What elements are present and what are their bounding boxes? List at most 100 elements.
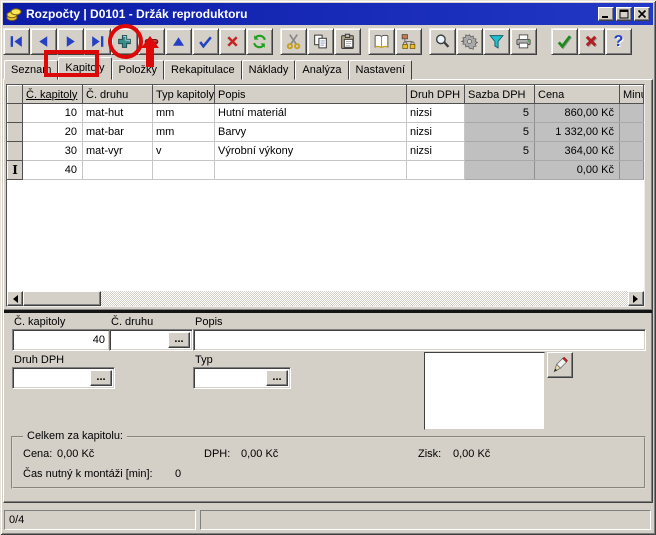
total-cena-label: Cena:	[23, 448, 52, 460]
tab-polozky[interactable]: Položky	[112, 60, 165, 80]
edit-indicator-icon: I	[12, 163, 18, 177]
last-record-button[interactable]	[84, 28, 111, 55]
maximize-button[interactable]	[616, 7, 632, 21]
help-button[interactable]: ?	[605, 28, 632, 55]
settings-button[interactable]	[456, 28, 483, 55]
total-dph-value: 0,00 Kč	[241, 448, 278, 460]
column-header-popis[interactable]: Popis	[215, 86, 407, 104]
typ-field[interactable]: ...	[193, 367, 291, 389]
refresh-button[interactable]	[246, 28, 273, 55]
copy-button[interactable]	[307, 28, 334, 55]
grid-header-row: Č. kapitoly Č. druhu Typ kapitoly Popis …	[8, 86, 644, 104]
table-row[interactable]: 20 mat-bar mm Barvy nizsi 5 1 332,00 Kč	[8, 123, 644, 142]
popis-label: Popis	[195, 316, 223, 329]
search-button[interactable]	[429, 28, 456, 55]
help-question-icon: ?	[614, 34, 624, 50]
note-edit-button[interactable]	[547, 352, 573, 378]
app-window: Rozpočty | D0101 - Držák reproduktoru	[0, 0, 656, 535]
typ-label: Typ	[195, 354, 213, 367]
paste-button[interactable]	[334, 28, 361, 55]
minimize-button[interactable]	[598, 7, 614, 21]
scroll-left-button[interactable]	[7, 291, 23, 306]
scrollbar-track[interactable]	[101, 291, 628, 306]
tab-rekapitulace[interactable]: Rekapitulace	[164, 60, 242, 80]
close-icon	[637, 9, 647, 19]
column-header-sazba-dph[interactable]: Sazba DPH	[465, 86, 535, 104]
grid-horizontal-scrollbar[interactable]	[7, 291, 644, 306]
kind-lookup-button[interactable]: ...	[168, 332, 190, 348]
splitter[interactable]	[4, 309, 652, 313]
first-record-button[interactable]	[3, 28, 30, 55]
column-header-druhu[interactable]: Č. druhu	[83, 86, 153, 104]
edit-record-button[interactable]	[165, 28, 192, 55]
column-header-druh-dph[interactable]: Druh DPH	[407, 86, 465, 104]
chapter-number-field[interactable]	[12, 329, 110, 351]
next-record-button[interactable]	[57, 28, 84, 55]
table-row[interactable]: 30 mat-vyr v Výrobní výkony nizsi 5 364,…	[8, 142, 644, 161]
total-dph-label: DPH:	[204, 448, 230, 460]
post-record-button[interactable]	[192, 28, 219, 55]
total-zisk-value: 0,00 Kč	[453, 448, 490, 460]
totals-groupbox: Celkem za kapitolu: Cena: 0,00 Kč DPH: 0…	[11, 436, 646, 489]
book-button[interactable]	[368, 28, 395, 55]
popis-field[interactable]	[193, 329, 646, 351]
chapter-number-label: Č. kapitoly	[14, 316, 65, 329]
column-header-typ[interactable]: Typ kapitoly	[153, 86, 215, 104]
confirm-button[interactable]	[551, 28, 578, 55]
minimize-icon	[601, 9, 611, 19]
row-indicator	[8, 142, 23, 161]
prior-record-button[interactable]	[30, 28, 57, 55]
cancel-record-button[interactable]	[219, 28, 246, 55]
cut-button[interactable]	[280, 28, 307, 55]
table-row[interactable]: 10 mat-hut mm Hutní materiál nizsi 5 860…	[8, 104, 644, 123]
filter-funnel-icon	[488, 33, 505, 50]
edit-triangle-icon	[170, 33, 187, 50]
post-check-icon	[197, 33, 214, 50]
column-header-kapitoly[interactable]: Č. kapitoly	[23, 86, 83, 104]
row-indicator-header	[8, 86, 23, 104]
tab-nastaveni[interactable]: Nastavení	[349, 60, 413, 80]
delete-record-button[interactable]	[138, 28, 165, 55]
total-cena-value: 0,00 Kč	[57, 448, 94, 460]
toolbar: ?	[3, 27, 653, 57]
title-bar[interactable]: Rozpočty | D0101 - Držák reproduktoru	[3, 3, 653, 25]
kind-label: Č. druhu	[111, 316, 153, 329]
open-book-icon	[373, 33, 390, 50]
grid-empty-area	[7, 180, 644, 291]
column-header-cena[interactable]: Cena	[535, 86, 620, 104]
last-record-icon	[89, 33, 106, 50]
typ-lookup-button[interactable]: ...	[266, 370, 288, 386]
window-controls	[598, 7, 650, 21]
total-zisk-label: Zisk:	[418, 448, 441, 460]
assembly-time-label: Čas nutný k montáži [min]:	[23, 468, 153, 480]
print-button[interactable]	[510, 28, 537, 55]
app-icon	[6, 6, 22, 22]
insert-record-button[interactable]	[111, 28, 138, 55]
kind-field[interactable]: ...	[109, 329, 193, 351]
note-memo-field[interactable]	[424, 352, 545, 430]
filter-button[interactable]	[483, 28, 510, 55]
maximize-icon	[619, 9, 629, 19]
structure-locks-button[interactable]	[395, 28, 422, 55]
tab-seznam[interactable]: Seznam	[4, 60, 58, 80]
tab-page-kapitoly: Č. kapitoly Č. druhu Typ kapitoly Popis …	[3, 79, 653, 503]
structure-locks-icon	[400, 33, 417, 50]
tab-kapitoly[interactable]: Kapitoly	[58, 57, 111, 80]
scroll-right-icon	[633, 295, 642, 303]
tab-naklady[interactable]: Náklady	[242, 60, 296, 80]
dph-lookup-button[interactable]: ...	[90, 370, 112, 386]
scroll-left-icon	[9, 295, 18, 303]
assembly-time-value: 0	[175, 468, 181, 480]
table-row-current[interactable]: I 40 0,00 Kč	[8, 161, 644, 180]
scroll-right-button[interactable]	[628, 291, 644, 306]
close-button[interactable]	[634, 7, 650, 21]
column-header-minut[interactable]: Minut	[620, 86, 644, 104]
prior-record-icon	[35, 33, 52, 50]
scrollbar-thumb[interactable]	[23, 291, 101, 306]
close-all-button[interactable]	[578, 28, 605, 55]
tab-analyza[interactable]: Analýza	[295, 60, 348, 80]
dph-kind-field[interactable]: ...	[12, 367, 115, 389]
chapters-grid: Č. kapitoly Č. druhu Typ kapitoly Popis …	[6, 84, 645, 307]
first-record-icon	[8, 33, 25, 50]
delete-minus-icon	[143, 33, 160, 50]
